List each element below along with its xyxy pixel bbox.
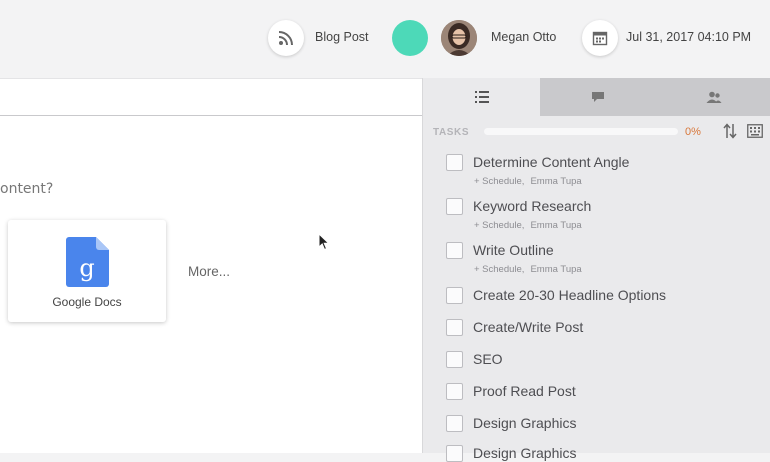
mouse-cursor-icon <box>318 233 330 251</box>
user-photo <box>441 20 477 56</box>
keyboard-icon[interactable] <box>747 124 763 138</box>
schedule-link[interactable]: + Schedule, <box>474 176 524 187</box>
integration-question: ontent? <box>0 181 54 197</box>
task-panel: TASKS 0% Determine Content Angle + Sched… <box>422 78 770 462</box>
panel-tabs <box>423 78 770 116</box>
task-checkbox[interactable] <box>446 242 463 259</box>
task-assignee[interactable]: Emma Tupa <box>530 176 581 187</box>
schedule-link[interactable]: + Schedule, <box>474 264 524 275</box>
task-assignee[interactable]: Emma Tupa <box>530 220 581 231</box>
task-title[interactable]: Determine Content Angle <box>473 154 629 170</box>
task-title[interactable]: Write Outline <box>473 242 554 258</box>
publish-datetime[interactable]: Jul 31, 2017 04:10 PM <box>626 30 751 44</box>
sort-icon[interactable] <box>723 123 737 139</box>
user-name[interactable]: Megan Otto <box>491 30 556 44</box>
task-progress-bar <box>484 128 678 135</box>
google-docs-option[interactable]: g Google Docs <box>8 220 166 322</box>
task-assignee[interactable]: Emma Tupa <box>530 264 581 275</box>
task-meta: + Schedule, Emma Tupa <box>474 220 588 231</box>
schedule-link[interactable]: + Schedule, <box>474 220 524 231</box>
content-type-label[interactable]: Blog Post <box>315 30 369 44</box>
more-options-link[interactable]: More... <box>188 264 230 279</box>
task-progress-percent: 0% <box>685 126 701 138</box>
rss-button[interactable] <box>268 20 304 56</box>
task-checkbox[interactable] <box>446 351 463 368</box>
task-checkbox[interactable] <box>446 198 463 215</box>
task-checkbox[interactable] <box>446 415 463 432</box>
people-icon <box>706 91 721 103</box>
task-title[interactable]: SEO <box>473 351 503 367</box>
task-title[interactable]: Proof Read Post <box>473 383 576 399</box>
calendar-button[interactable] <box>582 20 618 56</box>
avatar[interactable] <box>441 20 477 56</box>
task-title[interactable]: Create/Write Post <box>473 319 583 335</box>
task-meta: + Schedule, Emma Tupa <box>474 176 588 187</box>
task-title[interactable]: Design Graphics <box>473 445 577 461</box>
google-docs-label: Google Docs <box>52 295 122 309</box>
task-checkbox[interactable] <box>446 383 463 400</box>
tab-comments[interactable] <box>540 78 656 116</box>
google-docs-icon: g <box>66 237 109 287</box>
task-title[interactable]: Keyword Research <box>473 198 591 214</box>
rss-icon <box>278 31 293 46</box>
task-checkbox[interactable] <box>446 287 463 304</box>
list-icon <box>474 91 489 103</box>
top-header: Blog Post Megan Otto Jul 31, 2017 04:10 … <box>0 0 770 79</box>
svg-text:g: g <box>79 254 94 282</box>
comment-icon <box>592 92 604 102</box>
task-title[interactable]: Create 20-30 Headline Options <box>473 287 666 303</box>
task-title[interactable]: Design Graphics <box>473 415 577 431</box>
tab-collaborators[interactable] <box>656 78 770 116</box>
task-checkbox[interactable] <box>446 154 463 171</box>
calendar-icon <box>592 31 608 46</box>
title-input[interactable] <box>0 79 422 116</box>
main-content: ontent? g Google Docs More... <box>0 79 422 453</box>
task-meta: + Schedule, Emma Tupa <box>474 264 588 275</box>
task-checkbox[interactable] <box>446 445 463 462</box>
status-dot[interactable] <box>392 20 428 56</box>
task-checkbox[interactable] <box>446 319 463 336</box>
tab-tasks[interactable] <box>423 78 540 116</box>
tasks-heading: TASKS <box>433 127 470 138</box>
